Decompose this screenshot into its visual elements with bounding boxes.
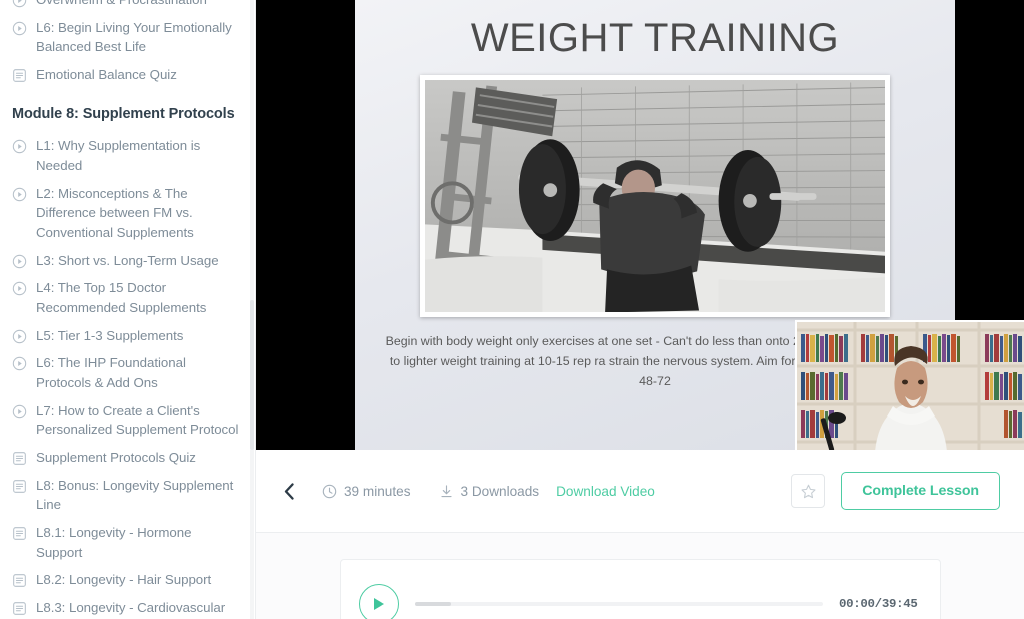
module-heading: Module 8: Supplement Protocols bbox=[12, 105, 235, 122]
sidebar-item-l6[interactable]: L6: The IHP Foundational Protocols & Add… bbox=[8, 349, 244, 396]
lesson-duration: 39 minutes bbox=[322, 484, 411, 499]
complete-lesson-button[interactable]: Complete Lesson bbox=[841, 472, 1000, 510]
sidebar-item-l4[interactable]: L4: The Top 15 Doctor Recommended Supple… bbox=[8, 274, 244, 321]
play-circle-icon bbox=[12, 404, 27, 419]
downloads-label: 3 Downloads bbox=[460, 483, 540, 499]
list-item-label: L4: The Top 15 Doctor Recommended Supple… bbox=[36, 280, 207, 315]
sidebar-item-l8-1[interactable]: L8.1: Longevity - Hormone Support bbox=[8, 519, 244, 566]
list-item-label: L2: Misconceptions & The Difference betw… bbox=[36, 185, 194, 240]
audio-section: 00:00/39:45 bbox=[256, 533, 1024, 619]
sidebar-item-l1[interactable]: L1: Why Supplementation is Needed bbox=[8, 132, 244, 179]
play-circle-icon bbox=[12, 281, 27, 296]
list-item-label: Overwhelm & Procrastination bbox=[36, 0, 207, 10]
lesson-toolbar: 39 minutes 3 Downloads Download Video Co… bbox=[256, 450, 1024, 533]
list-item-label: L8.3: Longevity - Cardiovascular Support bbox=[36, 600, 226, 616]
list-item-label: L8.1: Longevity - Hormone Support bbox=[36, 525, 192, 560]
clock-icon bbox=[322, 484, 337, 498]
back-button[interactable] bbox=[276, 478, 302, 504]
lesson-player-page: Overwhelm & Procrastination L6: Begin Li… bbox=[0, 0, 1024, 619]
list-item-label: L8.2: Longevity - Hair Support bbox=[36, 572, 212, 588]
download-video-link[interactable]: Download Video bbox=[556, 484, 655, 499]
course-curriculum-sidebar[interactable]: Overwhelm & Procrastination L6: Begin Li… bbox=[0, 0, 256, 619]
list-item[interactable]: L6: Begin Living Your Emotionally Balanc… bbox=[8, 14, 244, 61]
play-triangle-icon bbox=[374, 598, 384, 610]
slide-title: WEIGHT TRAINING bbox=[470, 16, 840, 60]
favorite-button[interactable] bbox=[791, 474, 826, 508]
play-circle-icon bbox=[12, 0, 27, 8]
quiz-icon bbox=[12, 573, 27, 588]
sidebar-item-l5[interactable]: L5: Tier 1-3 Supplements bbox=[8, 322, 244, 350]
play-circle-icon bbox=[12, 356, 27, 371]
audio-time-label: 00:00/39:45 bbox=[839, 597, 918, 611]
video-player[interactable]: WEIGHT TRAINING Begin with body weight o… bbox=[256, 0, 1024, 450]
play-circle-icon bbox=[12, 254, 27, 269]
slide-photo-frame bbox=[420, 75, 890, 317]
list-item-label: L6: The IHP Foundational Protocols & Add… bbox=[36, 355, 186, 390]
list-item-label: L6: Begin Living Your Emotionally Balanc… bbox=[36, 19, 232, 55]
star-icon bbox=[801, 484, 816, 498]
quiz-icon bbox=[12, 68, 27, 83]
play-circle-icon bbox=[12, 21, 27, 36]
weight-training-photo bbox=[425, 80, 885, 312]
audio-progress-fill bbox=[414, 602, 452, 606]
list-item-label: Emotional Balance Quiz bbox=[36, 67, 177, 83]
sidebar-scrollbar-thumb[interactable] bbox=[250, 300, 254, 450]
list-item[interactable]: Overwhelm & Procrastination bbox=[8, 0, 244, 14]
download-icon bbox=[440, 484, 452, 497]
play-circle-icon bbox=[12, 187, 27, 202]
list-item-label: L7: How to Create a Client's Personalize… bbox=[36, 402, 239, 438]
presenter-webcam-overlay[interactable] bbox=[795, 320, 1024, 450]
sidebar-item-l7[interactable]: L7: How to Create a Client's Personalize… bbox=[8, 397, 244, 444]
list-item[interactable]: Emotional Balance Quiz bbox=[8, 61, 244, 89]
sidebar-item-l8-3[interactable]: L8.3: Longevity - Cardiovascular Support bbox=[8, 594, 244, 619]
sidebar-item-supplement-quiz[interactable]: Supplement Protocols Quiz bbox=[8, 444, 244, 472]
list-item-label: L8: Bonus: Longevity Supplement Line bbox=[36, 477, 234, 513]
quiz-icon bbox=[12, 479, 27, 494]
play-circle-icon bbox=[12, 139, 27, 154]
downloads-count: 3 Downloads bbox=[439, 483, 540, 499]
list-item-label: L3: Short vs. Long-Term Usage bbox=[36, 252, 219, 268]
chevron-left-icon bbox=[284, 482, 294, 500]
play-circle-icon bbox=[12, 329, 27, 344]
sidebar-scroll-content: Overwhelm & Procrastination L6: Begin Li… bbox=[0, 0, 256, 619]
lesson-main-content: WEIGHT TRAINING Begin with body weight o… bbox=[256, 0, 1024, 619]
quiz-icon bbox=[12, 451, 27, 466]
sidebar-item-l2[interactable]: L2: Misconceptions & The Difference betw… bbox=[8, 180, 244, 247]
quiz-icon bbox=[12, 601, 27, 616]
sidebar-item-l3[interactable]: L3: Short vs. Long-Term Usage bbox=[8, 247, 244, 275]
list-item-label: Supplement Protocols Quiz bbox=[36, 449, 196, 465]
audio-player-card: 00:00/39:45 bbox=[339, 559, 941, 619]
sidebar-item-l8[interactable]: L8: Bonus: Longevity Supplement Line bbox=[8, 472, 244, 519]
duration-label: 39 minutes bbox=[344, 483, 411, 499]
list-item-label: L1: Why Supplementation is Needed bbox=[36, 138, 201, 173]
audio-progress-bar[interactable] bbox=[414, 602, 823, 606]
presenter-video bbox=[797, 322, 1024, 450]
list-item-label: L5: Tier 1-3 Supplements bbox=[36, 327, 184, 343]
sidebar-item-l8-2[interactable]: L8.2: Longevity - Hair Support bbox=[8, 566, 244, 594]
quiz-icon bbox=[12, 526, 27, 541]
audio-play-button[interactable] bbox=[358, 584, 399, 619]
